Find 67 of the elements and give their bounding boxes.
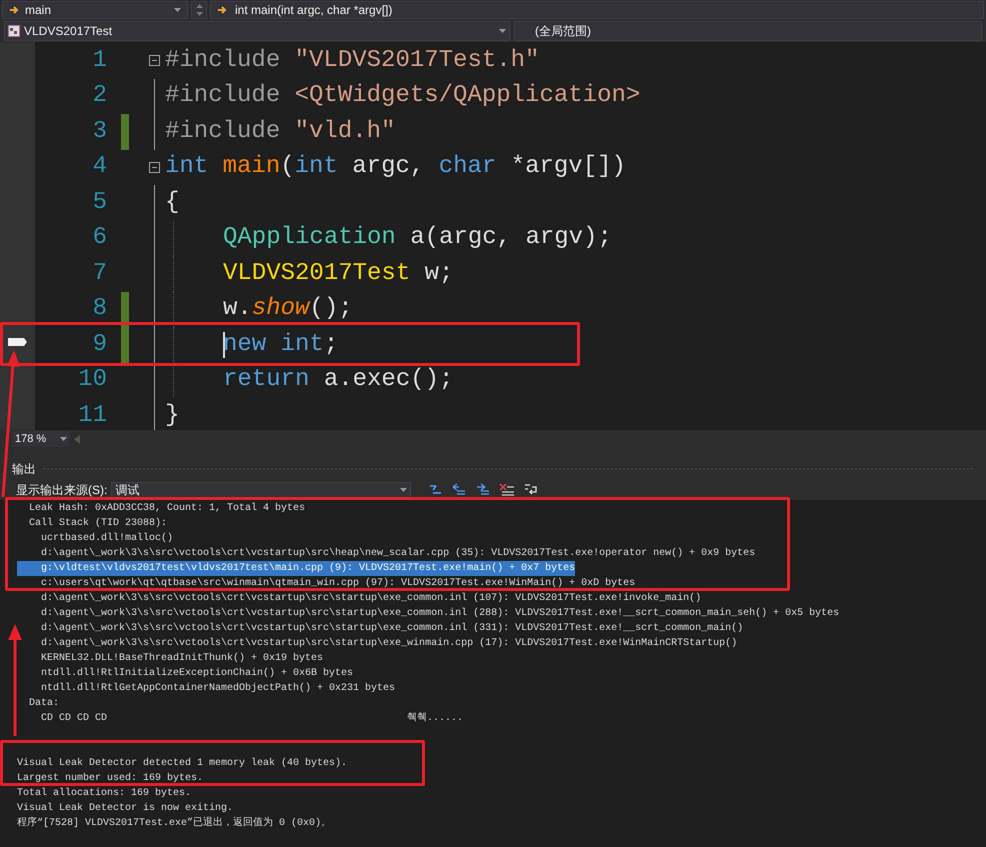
output-line: Visual Leak Detector detected 1 memory leak (40 bytes). [17,756,348,771]
output-line: Call Stack (TID 23088): [28,516,168,531]
code-line: QApplication a(argc, argv); [223,223,612,254]
line-number: 10 [77,365,107,396]
line-number: 7 [92,258,107,289]
collapse-icon[interactable] [148,162,160,173]
line-number: 4 [92,152,107,182]
line-number: 9 [92,330,107,360]
output-line: ntdll.dll!RtlGetAppContainerNamedObjectPath() + 0x231 bytes [40,682,396,696]
down-icon [196,12,202,16]
arrow-icon [217,5,227,15]
spin-button[interactable] [191,1,207,19]
output-line: Visual Leak Detector is now exiting. [17,802,234,816]
output-line: d:\agent\_work\3\s\src\vctools\crt\vcstartup\src\startup\exe_common.inl (288): VLDVS2017Test.exe!__scrt_common_main_seh() + 0x5 bytes [40,606,840,621]
collapse-icon[interactable] [148,55,160,66]
scope-dropdown[interactable]: (全局范围) [514,21,982,41]
output-line: Data: [28,697,60,711]
line-number: 5 [92,188,107,218]
caret-icon [60,437,67,441]
output-line: d:\agent\_work\3\s\src\vctools\crt\vcstartup\src\startup\exe_common.inl (107): VLDVS2017Test.exe!invoke_main() [40,592,702,606]
output-line: Leak Hash: 0xADD3CC38, Count: 1, Total 4 bytes [28,502,306,516]
line-number: 6 [92,223,107,254]
output-line: Total allocations: 169 bytes. [17,786,192,801]
clear-icon[interactable] [499,483,516,497]
code-line: #include "VLDVS2017Test.h" [165,46,540,76]
line-number: 2 [92,81,107,112]
arrow-icon [9,5,19,15]
line-number: 11 [77,400,107,430]
output-line: Largest number used: 169 bytes. [17,772,204,786]
code-line: { [165,188,180,218]
code-line: new int; [223,330,338,360]
panel-title: 输出 [12,461,36,478]
code-line: #include <QtWidgets/QApplication> [165,81,640,112]
output-line: d:\agent\_work\3\s\src\vctools\crt\vcstartup\src\heap\new_scalar.cpp (35): VLDVS2017Test.exe!operator new() + 0x9 bytes [40,546,756,561]
up-icon [196,4,202,8]
line-number: 8 [92,294,107,324]
previous-message-icon[interactable] [451,483,468,497]
code-line: } [165,400,180,430]
code-line: VLDVS2017Test w; [223,258,454,289]
project-dropdown[interactable]: VLDVS2017Test [4,21,510,41]
output-line: 췍췍...... [407,712,464,726]
output-line: d:\agent\_work\3\s\src\vctools\crt\vcstartup\src\startup\exe_common.inl (331): VLDVS2017Test.exe!__scrt_common_main() [40,622,744,636]
project-icon [8,25,20,37]
find-message-icon[interactable] [427,483,444,497]
word-wrap-icon[interactable] [523,483,540,497]
caret-icon [499,29,506,33]
member-dropdown[interactable]: main [2,1,188,19]
code-line: w.show(); [223,294,353,324]
code-line: return a.exec(); [223,365,454,396]
line-number: 3 [92,116,107,147]
output-line: ucrtbased.dll!malloc() [40,532,174,546]
output-line: d:\agent\_work\3\s\src\vctools\crt\vcstartup\src\startup\exe_winmain.cpp (17): VLDVS2017Test.exe!WinMainCRTStartup() [40,636,738,651]
source-dropdown[interactable]: 调试 [111,482,412,498]
code-line: #include "vld.h" [165,116,396,147]
output-line: KERNEL32.DLL!BaseThreadInitThunk() + 0x19 bytes [40,652,324,666]
output-line: 程序“[7528] VLDVS2017Test.exe”已退出，返回值为 0 (0x0)。 [17,816,332,831]
code-line: int main(int argc, char *argv[]) [165,152,626,182]
next-message-icon[interactable] [475,483,492,497]
caret-icon [400,488,408,492]
caret-icon [174,8,181,12]
output-line: c:\users\qt\work\qt\qtbase\src\winmain\qtmain_win.cpp (97): VLDVS2017Test.exe!WinMain() + 0xD bytes [40,576,636,591]
output-line: CD CD CD CD [40,712,108,726]
function-dropdown[interactable]: int main(int argc, char *argv[]) [210,1,984,19]
source-label: 显示输出来源(S): [16,482,108,499]
line-number: 1 [92,46,107,76]
zoom-dropdown[interactable]: 178 % [12,431,70,447]
output-line: ntdll.dll!RtlInitializeExceptionChain() + 0x6B bytes [40,666,354,681]
